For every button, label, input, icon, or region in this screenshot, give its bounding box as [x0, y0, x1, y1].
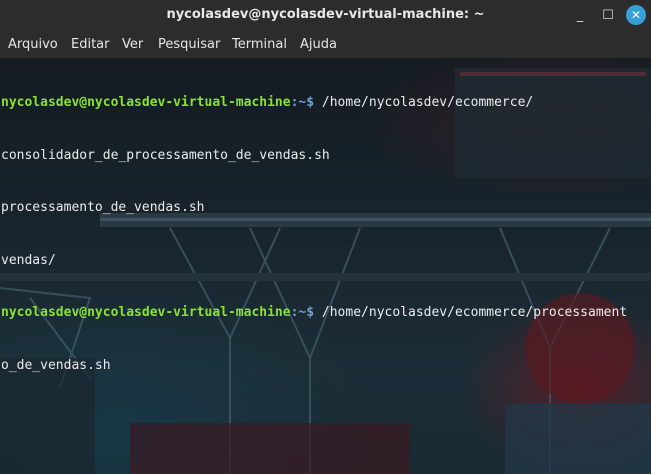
terminal-line: nycolasdev@nycolasdev-virtual-machine:~$…: [1, 94, 649, 112]
menu-item-editar[interactable]: Editar: [71, 37, 110, 52]
prompt-path: :~$: [290, 95, 315, 110]
close-icon: ✕: [630, 8, 642, 22]
terminal-area[interactable]: nycolasdev@nycolasdev-virtual-machine:~$…: [0, 58, 651, 474]
menu-bar: Arquivo Editar Ver Pesquisar Terminal Aj…: [0, 31, 651, 58]
maximize-icon: ☐: [602, 7, 614, 23]
menu-item-pesquisar[interactable]: Pesquisar: [158, 37, 220, 52]
terminal-output: nycolasdev@nycolasdev-virtual-machine:~$…: [1, 59, 649, 409]
prompt-user: nycolasdev@nycolasdev-virtual-machine: [1, 305, 291, 320]
terminal-line: processamento_de_vendas.sh: [1, 200, 205, 215]
terminal-line: vendas/: [1, 252, 56, 268]
menu-item-ver[interactable]: Ver: [122, 37, 143, 52]
command-text: /home/nycolasdev/ecommerce/processament: [314, 305, 628, 320]
maximize-button[interactable]: ☐: [598, 5, 618, 25]
prompt-path: :~$: [290, 305, 315, 320]
menu-item-arquivo[interactable]: Arquivo: [8, 37, 58, 52]
command-text: /home/nycolasdev/ecommerce/: [314, 95, 534, 110]
menu-item-ajuda[interactable]: Ajuda: [300, 37, 337, 52]
prompt-user: nycolasdev@nycolasdev-virtual-machine: [1, 95, 291, 110]
scrollbar[interactable]: [647, 58, 651, 474]
window-title: nycolasdev@nycolasdev-virtual-machine: ~: [166, 7, 485, 22]
menu-item-terminal[interactable]: Terminal: [232, 37, 287, 52]
terminal-line: o_de_vendas.sh: [1, 357, 111, 373]
minimize-icon: _: [576, 7, 584, 23]
terminal-line: consolidador_de_processamento_de_vendas.…: [1, 147, 330, 163]
close-button[interactable]: ✕: [626, 5, 646, 25]
terminal-line: nycolasdev@nycolasdev-virtual-machine:~$…: [1, 304, 649, 322]
minimize-button[interactable]: _: [570, 5, 590, 25]
title-bar[interactable]: nycolasdev@nycolasdev-virtual-machine: ~…: [0, 0, 651, 31]
